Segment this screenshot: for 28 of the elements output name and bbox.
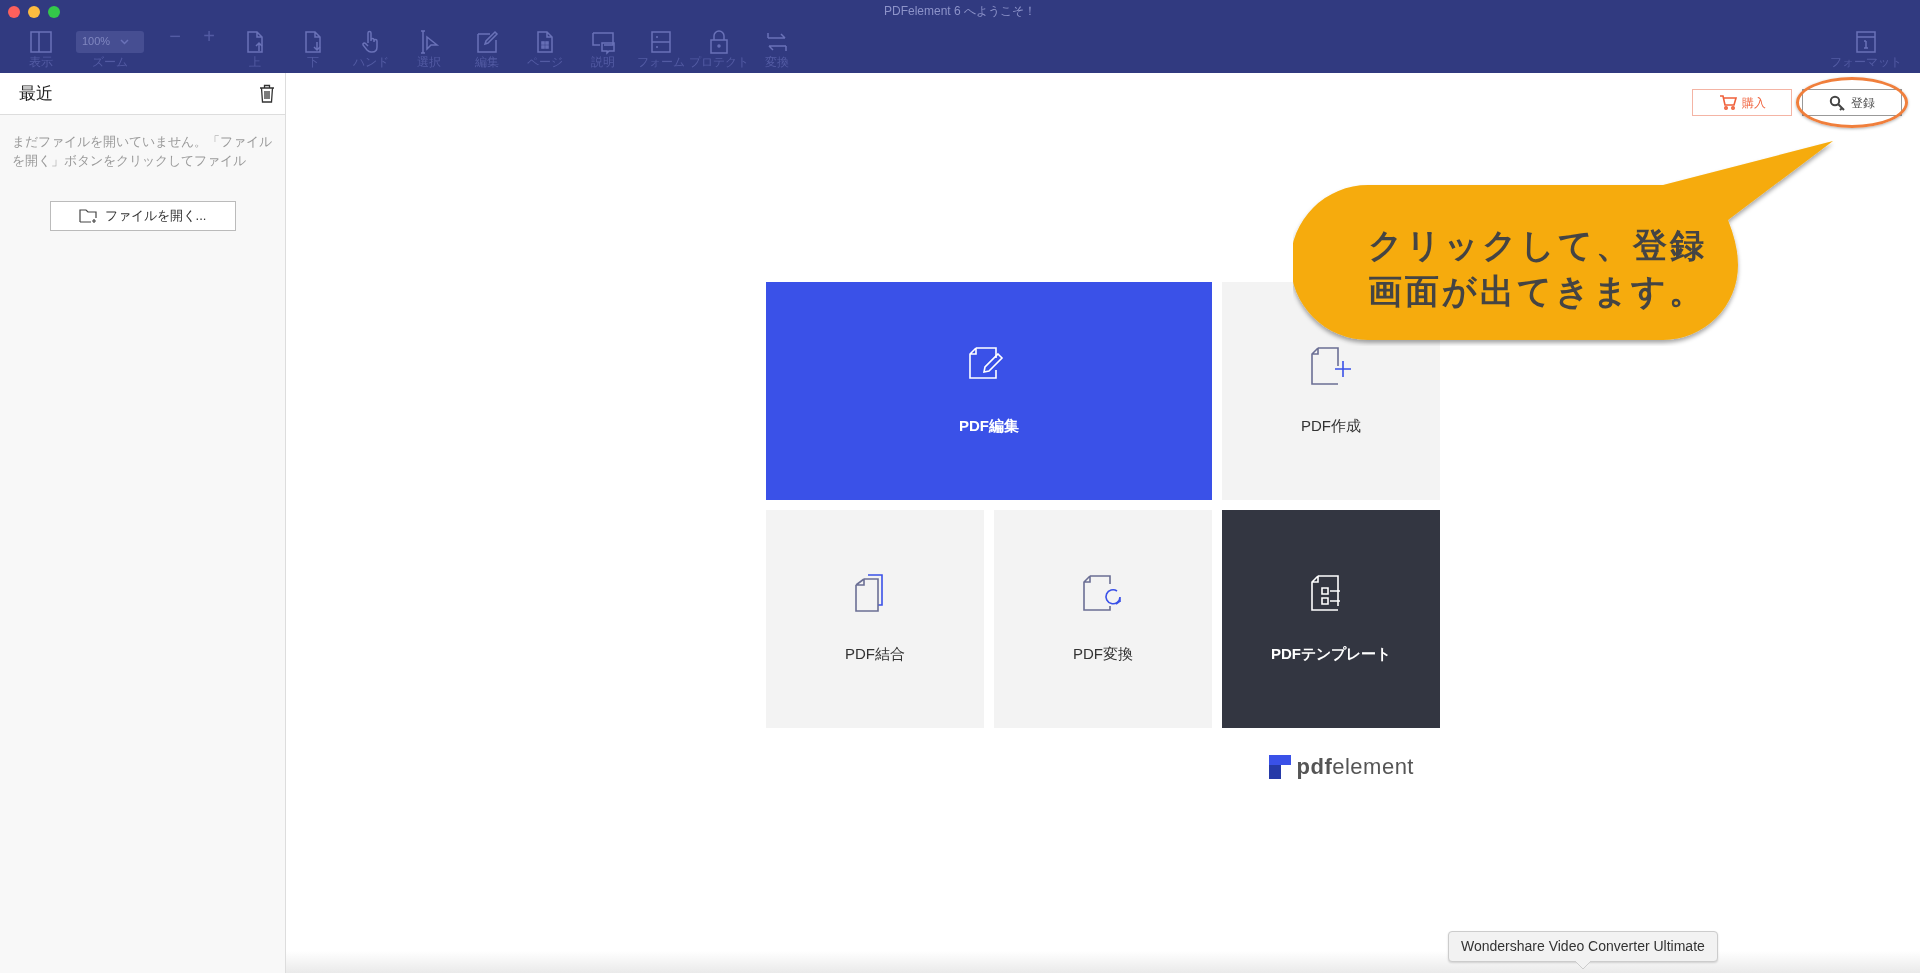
buy-button[interactable]: 購入 (1692, 89, 1792, 116)
info-icon (1853, 28, 1879, 55)
caret-icon (120, 38, 130, 45)
folder-add-icon (78, 207, 99, 224)
tooltip-pointer (1574, 961, 1591, 969)
cart-icon (1718, 95, 1737, 110)
zoom-button[interactable] (48, 6, 60, 18)
sidebar-title: 最近 (19, 82, 53, 105)
key-icon (1829, 94, 1846, 111)
tool-tile[interactable]: PDF変換 (994, 510, 1212, 728)
close-button[interactable] (8, 6, 20, 18)
tool-tile[interactable]: PDFテンプレート (1222, 510, 1440, 728)
sidebar-icon (28, 28, 54, 55)
open-file-button[interactable]: ファイルを開く... (49, 200, 236, 231)
tool-tile[interactable]: PDF結合 (766, 510, 984, 728)
empty-message: まだファイルを開いていません。「ファイルを開く」ボタンをクリックしてファイル (11, 134, 273, 170)
minimize-button[interactable] (28, 6, 40, 18)
zoom-step-button[interactable]: + (192, 21, 226, 51)
tool-tile[interactable]: PDF編集 (766, 282, 1212, 500)
form-icon (648, 28, 674, 55)
register-button[interactable]: 登録 (1802, 89, 1902, 116)
window-title: PDFelement 6 へようこそ！ (883, 3, 1036, 20)
add-document-icon (1310, 344, 1352, 387)
zoom-step-button[interactable]: − (158, 21, 192, 51)
logo-icon (1268, 754, 1291, 779)
trash-icon[interactable] (259, 84, 275, 103)
pencil-icon (474, 28, 500, 55)
logo-text: pdfelement (1296, 753, 1414, 781)
